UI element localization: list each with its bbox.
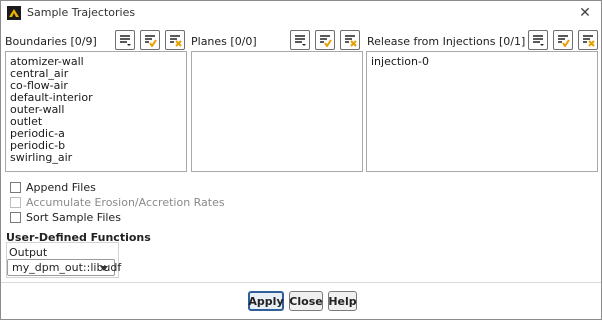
planes-filter-button[interactable]: [290, 30, 310, 50]
boundaries-select-all-button[interactable]: [140, 30, 160, 50]
accumulate-erosion-label: Accumulate Erosion/Accretion Rates: [26, 196, 225, 209]
chevron-down-icon: [100, 266, 108, 271]
planes-label: Planes [0/0]: [191, 35, 257, 48]
close-icon[interactable]: ✕: [575, 3, 595, 23]
list-item[interactable]: swirling_air: [10, 151, 72, 164]
ansys-logo-icon: [7, 6, 21, 20]
window-title: Sample Trajectories: [27, 6, 136, 19]
boundaries-list[interactable]: atomizer-wall central_air co-flow-air de…: [5, 51, 187, 172]
output-label: Output: [9, 246, 48, 259]
select-all-icon: [143, 33, 157, 47]
sample-trajectories-dialog: Sample Trajectories ✕ Boundaries [0/9] a…: [0, 0, 602, 320]
planes-deselect-all-button[interactable]: [340, 30, 360, 50]
footer-divider: [1, 282, 601, 283]
boundaries-label: Boundaries [0/9]: [5, 35, 97, 48]
close-button[interactable]: Close: [289, 291, 323, 311]
select-all-icon: [556, 33, 570, 47]
boundaries-filter-button[interactable]: [115, 30, 135, 50]
title-bar: Sample Trajectories ✕: [1, 1, 601, 25]
planes-list[interactable]: [191, 51, 363, 172]
planes-select-all-button[interactable]: [315, 30, 335, 50]
accumulate-erosion-checkbox: [10, 197, 21, 208]
append-files-label: Append Files: [26, 181, 96, 194]
sort-sample-files-label: Sort Sample Files: [26, 211, 121, 224]
injections-select-all-button[interactable]: [553, 30, 573, 50]
deselect-all-icon: [168, 33, 182, 47]
list-item[interactable]: injection-0: [371, 55, 429, 68]
injections-list[interactable]: injection-0: [366, 51, 598, 172]
help-button[interactable]: Help: [328, 291, 357, 311]
select-all-icon: [318, 33, 332, 47]
filter-list-icon: [118, 33, 132, 47]
injections-label: Release from Injections [0/1]: [367, 35, 526, 48]
sort-sample-files-option[interactable]: Sort Sample Files: [10, 211, 121, 224]
deselect-all-icon: [581, 33, 595, 47]
filter-list-icon: [531, 33, 545, 47]
apply-button[interactable]: Apply: [248, 291, 284, 311]
injections-deselect-all-button[interactable]: [578, 30, 598, 50]
append-files-option[interactable]: Append Files: [10, 181, 96, 194]
deselect-all-icon: [343, 33, 357, 47]
sort-sample-files-checkbox[interactable]: [10, 212, 21, 223]
output-select[interactable]: my_dpm_out::libudf: [7, 259, 121, 276]
boundaries-deselect-all-button[interactable]: [165, 30, 185, 50]
injections-filter-button[interactable]: [528, 30, 548, 50]
accumulate-erosion-option: Accumulate Erosion/Accretion Rates: [10, 196, 225, 209]
filter-list-icon: [293, 33, 307, 47]
append-files-checkbox[interactable]: [10, 182, 21, 193]
